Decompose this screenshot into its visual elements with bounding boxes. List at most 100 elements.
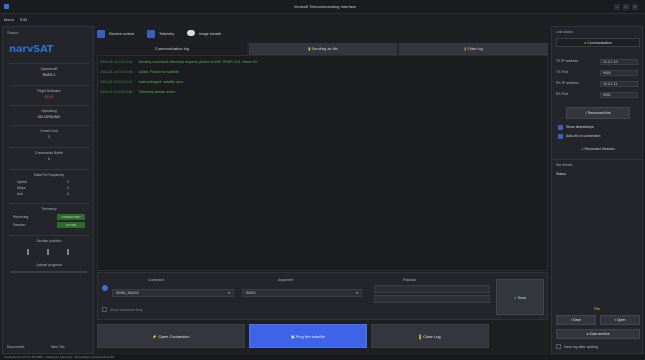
rx-key: Mbps bbox=[17, 186, 26, 190]
new-tab-link[interactable]: New Tab bbox=[51, 345, 65, 349]
app-icon bbox=[4, 4, 9, 9]
payload-input-2[interactable] bbox=[374, 295, 490, 303]
telemetry-label: Telemetry bbox=[41, 207, 57, 211]
scan-archive-button[interactable]: ● Scan archive bbox=[556, 329, 640, 339]
help-label: Show command help bbox=[110, 308, 143, 312]
commands-buffer-value: 1 bbox=[48, 157, 50, 161]
rx-key: Ack bbox=[17, 192, 23, 196]
command-value: SEND_IMAGE bbox=[116, 291, 139, 295]
spacecraft-value: RNSS-1 bbox=[42, 73, 56, 77]
tab-communication[interactable]: ● Communication bbox=[556, 38, 640, 47]
log-text: Acknowledged: satellite sync bbox=[138, 80, 184, 84]
tab-sending-as-file[interactable]: ▮ Sending as file bbox=[249, 43, 397, 55]
file-section-title: File bbox=[594, 307, 600, 311]
tx-ip-label: TX IP address bbox=[556, 59, 579, 63]
payload-input[interactable] bbox=[374, 285, 490, 293]
divider bbox=[9, 85, 89, 86]
divider bbox=[9, 203, 89, 204]
comm-link-label: Comm Link bbox=[40, 129, 58, 133]
log-row: 2024-01-14 10:12:44 Sending command: tele… bbox=[100, 60, 258, 64]
menu-item-menu[interactable]: Menu bbox=[4, 17, 14, 22]
tab-filter-log[interactable]: ▮ Filter log bbox=[399, 43, 548, 55]
close-icon[interactable]: × bbox=[632, 4, 638, 10]
command-header: Command bbox=[148, 278, 165, 282]
timestamps-checkbox[interactable] bbox=[558, 125, 563, 130]
upload-progress-label: Upload progress bbox=[36, 263, 62, 267]
divider bbox=[9, 63, 89, 64]
log-row: 2024-01-14 10:12:45 Uplink: Packet for sa… bbox=[100, 70, 179, 74]
send-panel: Command Argument Payload SEND_IMAGE ▾ RN… bbox=[97, 272, 548, 320]
title-bar: Ventsoft Telecommanding Interface – □ × bbox=[0, 0, 645, 14]
save-log-checkbox[interactable] bbox=[556, 344, 561, 349]
ping-label: Ping the satellite bbox=[295, 334, 326, 339]
status-bar: Connected to 10.0.1.10:9000 - waiting fo… bbox=[0, 355, 645, 360]
status-text: Connected to 10.0.1.10:9000 - waiting fo… bbox=[4, 355, 114, 359]
upload-progress-bar bbox=[11, 271, 87, 273]
tx-port-label: TX Port bbox=[556, 70, 568, 74]
telemetry-status-badge: CONNECTED bbox=[57, 214, 85, 220]
rx-ip-label: RX IP address bbox=[556, 81, 579, 85]
reconnect-session-label: Reconnect Session bbox=[584, 147, 615, 151]
rx-value: 1 bbox=[67, 180, 69, 184]
sidebar-header: Status bbox=[7, 30, 19, 35]
telemetry-checkbox[interactable] bbox=[147, 30, 155, 38]
reconnect-link-button[interactable]: ⟨ Reconnect link bbox=[566, 107, 630, 119]
divider bbox=[9, 235, 89, 236]
link-panel: Link status ● Communication TX IP addres… bbox=[551, 26, 643, 354]
ping-satellite-button[interactable]: ▣ Ping the satellite bbox=[249, 324, 367, 348]
tab-filter-label: Filter log bbox=[467, 46, 483, 51]
open-button[interactable]: ▪ Open bbox=[600, 315, 640, 325]
autofill-label: Auto-fill on connection bbox=[566, 134, 601, 138]
tab-bar: Communication log ▮ Sending as file ▮ Fi… bbox=[97, 43, 548, 55]
menu-item-edit[interactable]: Edit bbox=[20, 17, 27, 22]
clear-label: Clear Log bbox=[423, 334, 441, 339]
session-status-badge: ACTIVE bbox=[57, 222, 85, 228]
open-connection-button[interactable]: ⚡ Open Connection bbox=[97, 324, 245, 348]
flight-software-value: SEND bbox=[44, 95, 54, 99]
open-label: Open bbox=[616, 318, 626, 322]
image-transfer-label: Image transfer bbox=[199, 32, 222, 36]
command-select[interactable]: SEND_IMAGE ▾ bbox=[112, 289, 234, 297]
clear-log-button[interactable]: ▌ Clear Log bbox=[371, 324, 489, 348]
log-text: Sending command: telemetry request, pack… bbox=[138, 60, 258, 64]
status-sidebar: Status narvSAT Spacecraft RNSS-1 Flight … bbox=[2, 26, 94, 354]
details-header: Set details bbox=[556, 163, 573, 167]
tab-communication-label: Communication bbox=[587, 41, 612, 45]
log-row: 2024-01-14 10:12:47 Acknowledged: satelli… bbox=[100, 80, 183, 84]
flight-software-label: Flight Software bbox=[37, 89, 61, 93]
radio-selected[interactable] bbox=[102, 285, 108, 291]
top-controls: Receive content Telemetry Image transfer bbox=[97, 28, 548, 40]
log-timestamp: 2024-01-14 10:12:45 bbox=[100, 70, 133, 74]
comm-link-value: 1 bbox=[48, 135, 50, 139]
divider bbox=[552, 159, 642, 160]
communication-log[interactable]: 2024-01-14 10:12:44 Sending command: tele… bbox=[97, 55, 548, 271]
help-checkbox[interactable] bbox=[102, 307, 107, 312]
disconnect-link[interactable]: Disconnect bbox=[7, 345, 24, 349]
scroller-widget[interactable] bbox=[17, 247, 81, 257]
receive-label: Receive content bbox=[109, 32, 135, 36]
tx-ip-field[interactable]: 10.0.1.10 bbox=[600, 59, 638, 65]
minimize-icon[interactable]: – bbox=[614, 4, 620, 10]
link-panel-header: Link status bbox=[556, 30, 573, 34]
rx-port-field[interactable]: 9001 bbox=[600, 92, 638, 98]
rx-port-label: RX Port bbox=[556, 92, 569, 96]
rx-value: 1 bbox=[67, 186, 69, 190]
autofill-checkbox[interactable] bbox=[558, 134, 563, 139]
log-timestamp: 2024-01-14 10:12:47 bbox=[100, 80, 133, 84]
maximize-icon[interactable]: □ bbox=[623, 4, 629, 10]
argument-select[interactable]: RNSS ▾ bbox=[242, 289, 362, 297]
details-value: Status bbox=[556, 172, 566, 176]
reconnect-session-button[interactable]: ● Reconnect Session bbox=[562, 147, 634, 151]
tab-sending-label: Sending as file bbox=[311, 46, 338, 51]
send-button[interactable]: ➤ Send bbox=[496, 279, 544, 315]
tab-communication-log[interactable]: Communication log bbox=[97, 43, 247, 55]
rx-ip-field[interactable]: 10.0.1.11 bbox=[600, 81, 638, 87]
timestamps-label: Show timestamps bbox=[566, 125, 594, 129]
save-button[interactable]: ▪ Save bbox=[556, 315, 596, 325]
receive-checkbox[interactable] bbox=[97, 30, 105, 38]
rx-frequency-label: Data Rx Frequency bbox=[33, 173, 65, 177]
divider bbox=[9, 125, 89, 126]
tx-port-field[interactable]: 9000 bbox=[600, 70, 638, 76]
operating-value: NO-GROUND bbox=[38, 115, 60, 119]
cloud-icon bbox=[187, 30, 195, 36]
